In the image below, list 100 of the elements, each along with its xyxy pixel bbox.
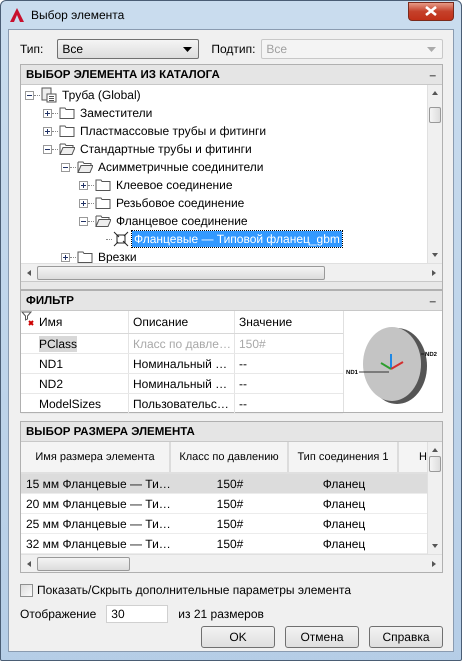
tree-item[interactable]: Заместители [78,105,154,121]
collapse-icon[interactable] [61,162,70,172]
arrow-right-icon[interactable] [430,560,438,568]
splitter-handle[interactable] [21,281,442,289]
checkbox-label[interactable]: Показать/Скрыть дополнительные параметры элемента [37,583,352,597]
table-cell-text: Фланец [322,536,366,552]
table-cell-text: Фланец [322,496,366,512]
collapse-icon[interactable] [25,90,34,100]
column-header[interactable]: Имя [35,311,129,333]
table-cell: Номинальный … [129,374,235,393]
table-cell: Пользовательс… [129,394,235,413]
dropdown-value: Все [266,42,288,56]
collapse-button[interactable]: – [429,294,436,308]
expand-icon[interactable] [61,252,70,262]
table-cell-text: -- [238,356,248,372]
tree-item[interactable]: Стандартные трубы и фитинги [78,141,254,157]
vertical-scrollbar[interactable] [427,85,442,263]
table-cell: Класс по давле… [129,334,235,353]
scroll-thumb[interactable] [37,556,130,570]
table-cell-text: -- [238,396,248,412]
arrow-up-icon[interactable] [431,89,439,97]
open-folder-icon [95,213,111,229]
table-cell-text: 15 мм Фланцевые — Ти… [25,476,171,492]
parameter-name[interactable]: ModelSizes [39,396,102,412]
scroll-thumb[interactable] [429,456,441,472]
folder-icon [59,105,75,121]
checkbox[interactable] [20,584,33,596]
scroll-thumb[interactable] [37,266,325,280]
open-folder-icon [59,141,75,157]
table-cell-text: 150# [238,336,267,352]
open-folder-icon [77,159,93,175]
arrow-down-icon[interactable] [431,542,439,550]
parameter-name[interactable]: ND1 [39,356,64,372]
table-row[interactable]: 25 мм Фланцевые — Ти… 150# Фланец [21,514,427,534]
arrow-up-icon[interactable] [431,446,439,454]
column-header[interactable]: Описание [129,311,235,333]
type-dropdown[interactable]: Все [57,39,200,59]
column-header[interactable]: Класс по давлению [171,442,289,472]
tree-item[interactable]: Пластмассовые трубы и фитинги [78,123,268,139]
collapse-icon[interactable] [79,216,88,226]
collapse-button[interactable]: – [429,68,436,82]
close-icon [425,6,437,16]
arrow-right-icon[interactable] [430,268,438,276]
expand-icon[interactable] [43,108,52,118]
display-count-field[interactable]: 30 [106,605,168,623]
parameter-name[interactable]: ND2 [39,376,64,392]
table-cell-text: 150# [216,536,244,552]
arrow-down-icon[interactable] [431,251,439,259]
vertical-scrollbar[interactable] [427,442,442,554]
table-cell-text: 32 мм Фланцевые — Ти… [25,536,171,552]
display-label: Отображение [20,607,96,621]
table-cell: Номинальный … [129,354,235,373]
section-title: ФИЛЬТР [26,294,74,306]
caret-icon [427,46,436,52]
section-title: ВЫБОР ЭЛЕМЕНТА ИЗ КАТАЛОГА [26,68,220,80]
caret-icon [183,46,192,52]
folder-icon [95,195,111,211]
close-button[interactable] [408,2,454,20]
dialog-button[interactable]: Отмена [285,626,359,648]
expand-icon[interactable] [79,198,88,208]
scroll-thumb[interactable] [429,107,441,123]
column-header[interactable]: Тип соединения 1 [289,442,399,472]
horizontal-scrollbar[interactable] [21,263,442,281]
filter-clear-icon[interactable] [21,311,35,327]
dropdown-value: Все [62,42,84,56]
table-cell-text: 150# [216,476,244,492]
folder-icon [59,123,75,139]
table-row[interactable]: 20 мм Фланцевые — Ти… 150# Фланец [21,494,427,514]
collapse-icon[interactable] [43,144,52,154]
column-header[interactable]: Имя размера элемента [21,442,171,472]
catalog-icon [41,87,57,103]
subtype-label: Подтип: [211,42,256,56]
size-count-text: из 21 размеров [178,607,264,621]
expand-icon[interactable] [79,180,88,190]
table-cell-text: Фланец [322,516,366,532]
tree-item[interactable]: Клеевое соединение [114,177,234,193]
table-cell-text: 150# [216,496,244,512]
section-title: ВЫБОР РАЗМЕРА ЭЛЕМЕНТА [26,426,195,438]
column-header[interactable]: Значение [235,311,343,333]
app-logo-icon [9,7,25,23]
table-cell-text: -- [238,376,248,392]
tree-item[interactable]: Труба (Global) [60,87,143,103]
dialog-button[interactable]: Справка [369,626,443,648]
tree-item[interactable]: Резьбовое соединение [114,195,246,211]
tree-item[interactable]: Фланцевое соединение [114,213,250,229]
table-cell-text: 25 мм Фланцевые — Ти… [25,516,171,532]
part-icon [113,231,129,247]
window-title: Выбор элемента [31,8,126,22]
table-cell-text: 150# [216,516,244,532]
expand-icon[interactable] [43,126,52,136]
dialog-button[interactable]: OK [201,626,275,648]
tree-item[interactable]: Асимметричные соединители [96,159,266,175]
table-row[interactable]: 15 мм Фланцевые — Ти… 150# Фланец [21,474,427,494]
table-cell-text: 20 мм Фланцевые — Ти… [25,496,171,512]
arrow-left-icon[interactable] [25,560,33,568]
arrow-left-icon[interactable] [25,268,33,276]
folder-icon [95,177,111,193]
horizontal-scrollbar[interactable] [21,554,442,572]
table-cell-text: Фланец [322,476,366,492]
type-label: Тип: [20,42,44,56]
